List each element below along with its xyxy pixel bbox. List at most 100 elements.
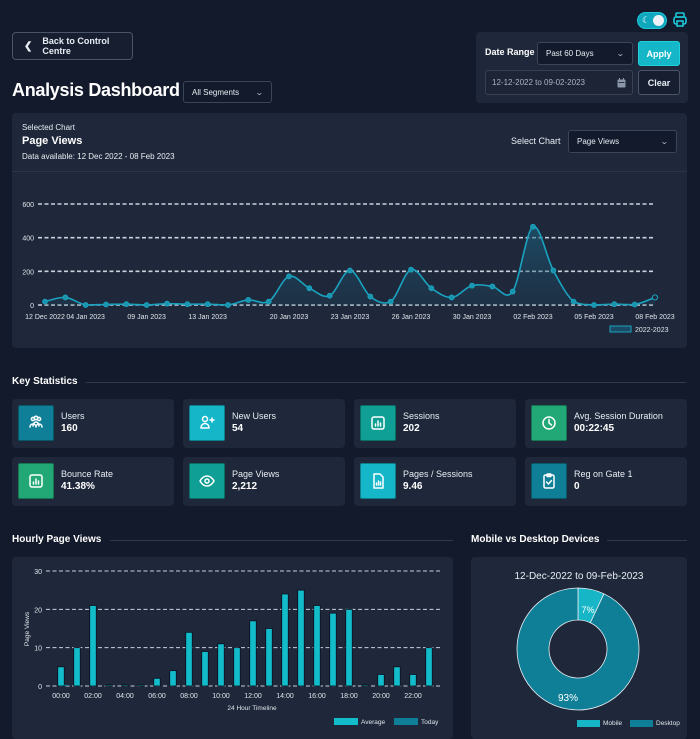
data-point bbox=[530, 223, 536, 230]
stat-label: New Users bbox=[232, 411, 277, 421]
bar-average bbox=[73, 647, 81, 687]
bar-average bbox=[409, 674, 417, 687]
bar-average bbox=[185, 631, 193, 687]
stat-label: Avg. Session Duration bbox=[574, 411, 663, 421]
stat-value: 9.46 bbox=[403, 481, 423, 492]
back-to-control-centre-button[interactable]: ❮ Back to Control Centre bbox=[12, 32, 133, 60]
x-tick-label: 10:00 bbox=[212, 693, 230, 700]
chevron-down-icon: ⌄ bbox=[616, 49, 626, 58]
chart-type-select[interactable]: Page Views ⌄ bbox=[568, 130, 677, 153]
data-point bbox=[143, 302, 150, 308]
data-point bbox=[469, 282, 475, 289]
printer-icon[interactable] bbox=[673, 12, 687, 28]
data-point bbox=[428, 285, 435, 292]
stat-icon-box bbox=[531, 463, 567, 499]
chart-type-value: Page Views bbox=[577, 137, 620, 146]
legend-swatch-desktop bbox=[630, 720, 653, 727]
chevron-down-icon: ⌄ bbox=[660, 137, 670, 146]
y-tick-label: 0 bbox=[38, 684, 42, 691]
x-tick-label: 04:00 bbox=[116, 693, 134, 700]
y-axis-label: Page Views bbox=[24, 611, 31, 646]
data-point bbox=[367, 293, 374, 300]
bar-average bbox=[345, 608, 353, 687]
x-tick-label: 04 Jan 2023 bbox=[66, 314, 105, 321]
bar-average bbox=[265, 628, 273, 687]
date-range-value: 12-12-2022 to 09-02-2023 bbox=[492, 78, 585, 87]
bar-average bbox=[233, 647, 241, 687]
calendar-icon[interactable] bbox=[617, 77, 626, 88]
bar-average bbox=[137, 684, 145, 687]
segment-select[interactable]: All Segments ⌄ bbox=[183, 81, 272, 103]
y-tick-label: 0 bbox=[30, 303, 34, 310]
stat-value: 0 bbox=[574, 481, 580, 492]
data-point bbox=[448, 294, 455, 301]
legend-label: Desktop bbox=[656, 720, 680, 727]
x-tick-label: 18:00 bbox=[340, 693, 358, 700]
stat-card-bounce-rate: Bounce Rate 41.38% bbox=[12, 457, 174, 506]
card-divider bbox=[12, 171, 687, 172]
stat-card-avg-session-duration: Avg. Session Duration 00:22:45 bbox=[525, 399, 687, 448]
stat-label: Users bbox=[61, 411, 85, 421]
stat-card-sessions: Sessions 202 bbox=[354, 399, 516, 448]
legend-swatch bbox=[609, 325, 632, 333]
data-point bbox=[82, 302, 89, 308]
document-chart-icon bbox=[373, 473, 384, 489]
clear-button[interactable]: Clear bbox=[638, 70, 680, 95]
key-statistics-title: Key Statistics bbox=[12, 376, 78, 387]
data-point bbox=[103, 301, 109, 308]
bar-today bbox=[64, 684, 69, 686]
x-tick-label: 05 Feb 2023 bbox=[574, 314, 613, 321]
stat-value: 00:22:45 bbox=[574, 423, 615, 434]
data-point bbox=[326, 292, 333, 299]
segment-select-value: All Segments bbox=[192, 87, 240, 97]
legend-swatch-mobile bbox=[577, 720, 600, 727]
date-range-label: Date Range bbox=[485, 47, 535, 57]
bar-average bbox=[57, 666, 65, 687]
bar-average bbox=[297, 589, 305, 687]
eye-icon bbox=[199, 475, 215, 487]
stat-icon-box bbox=[531, 405, 567, 441]
clipboard-check-icon bbox=[543, 473, 555, 489]
stat-card-new-users: New Users 54 bbox=[183, 399, 345, 448]
stat-icon-box bbox=[360, 405, 396, 441]
x-axis-label: 24 Hour Timeline bbox=[227, 705, 277, 712]
bar-average bbox=[313, 605, 321, 687]
y-tick-label: 600 bbox=[22, 202, 34, 209]
data-point bbox=[123, 301, 130, 308]
apply-button[interactable]: Apply bbox=[638, 41, 680, 66]
data-point bbox=[387, 298, 394, 305]
chevron-down-icon: ⌄ bbox=[255, 87, 265, 97]
bar-average bbox=[361, 684, 369, 687]
x-tick-label: 23 Jan 2023 bbox=[331, 314, 370, 321]
bar-average bbox=[393, 666, 401, 687]
x-tick-label: 00:00 bbox=[52, 693, 70, 700]
stat-card-page-views: Page Views 2,212 bbox=[183, 457, 345, 506]
stat-card-reg-on-gate-1: Reg on Gate 1 0 bbox=[525, 457, 687, 506]
x-tick-label: 09 Jan 2023 bbox=[127, 314, 166, 321]
data-point bbox=[184, 301, 191, 308]
legend-swatch-today bbox=[394, 718, 418, 725]
bar-average bbox=[201, 651, 209, 687]
stat-icon-box bbox=[18, 405, 54, 441]
hourly-page-views-title: Hourly Page Views bbox=[12, 534, 102, 545]
stat-label: Sessions bbox=[403, 411, 440, 421]
devices-title: Mobile vs Desktop Devices bbox=[471, 534, 600, 545]
y-tick-label: 400 bbox=[22, 236, 34, 243]
stat-label: Pages / Sessions bbox=[403, 469, 473, 479]
slice-label-desktop: 93% bbox=[558, 693, 578, 704]
select-chart-label: Select Chart bbox=[511, 136, 561, 146]
date-range-input[interactable]: 12-12-2022 to 09-02-2023 bbox=[485, 70, 633, 95]
x-tick-label: 06:00 bbox=[148, 693, 166, 700]
data-point bbox=[347, 267, 353, 274]
data-point bbox=[164, 300, 170, 307]
bar-average bbox=[169, 670, 177, 687]
bar-average bbox=[121, 684, 129, 687]
back-button-label: Back to Control Centre bbox=[42, 36, 110, 56]
data-point bbox=[306, 285, 313, 292]
data-point bbox=[611, 301, 618, 308]
stat-card-users: Users 160 bbox=[12, 399, 174, 448]
bar-average bbox=[105, 684, 113, 687]
x-tick-label: 30 Jan 2023 bbox=[453, 314, 492, 321]
dark-mode-toggle[interactable]: ☾ bbox=[637, 12, 667, 29]
date-preset-select[interactable]: Past 60 Days ⌄ bbox=[537, 42, 633, 65]
